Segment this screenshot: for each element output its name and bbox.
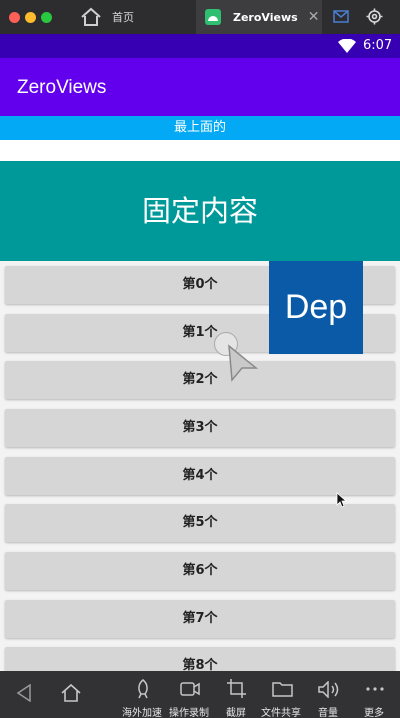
emulator-title-bar: 首页 ZeroViews ✕ xyxy=(0,0,400,34)
android-status-bar: 6:07 xyxy=(0,34,400,58)
toolbar-label-more[interactable]: 更多 xyxy=(364,704,384,718)
list-item[interactable]: 第7个 xyxy=(5,600,395,638)
tab-home-label: 首页 xyxy=(112,11,134,24)
toolbar-label-record[interactable]: 操作录制 xyxy=(169,704,209,718)
list-item[interactable]: 第8个 xyxy=(5,647,395,671)
more-icon[interactable] xyxy=(366,687,384,691)
rocket-icon[interactable] xyxy=(134,679,152,699)
crop-icon[interactable] xyxy=(227,679,246,698)
toolbar-label-volume[interactable]: 音量 xyxy=(318,704,338,718)
tab-zeroviews-label: ZeroViews xyxy=(233,10,298,24)
android-app-icon xyxy=(205,9,221,25)
list-item[interactable]: 第4个 xyxy=(5,457,395,495)
app-bar: ZeroViews xyxy=(0,58,400,116)
toolbar-label-file-share[interactable]: 文件共享 xyxy=(261,704,301,718)
home-button-icon[interactable] xyxy=(60,683,82,703)
tab-home[interactable]: 首页 xyxy=(72,0,196,34)
toolbar-label-screenshot[interactable]: 截屏 xyxy=(226,704,246,718)
fixed-content-block: 固定内容 xyxy=(0,161,400,261)
dep-overlay-box[interactable]: Dep xyxy=(269,261,363,354)
touch-pointer-icon xyxy=(228,344,258,382)
close-window-button[interactable] xyxy=(9,12,20,23)
list-item[interactable]: 第2个 xyxy=(5,361,395,399)
record-icon[interactable] xyxy=(180,682,200,696)
mail-icon[interactable] xyxy=(333,10,349,23)
emulator-toolbar: 海外加速 操作录制 截屏 文件共享 音量 更多 xyxy=(0,671,400,718)
back-icon[interactable] xyxy=(16,684,32,702)
maximize-window-button[interactable] xyxy=(41,12,52,23)
list-item[interactable]: 第6个 xyxy=(5,552,395,590)
wifi-icon xyxy=(338,39,356,53)
toolbar-label-accelerate[interactable]: 海外加速 xyxy=(122,704,162,718)
tab-zeroviews[interactable]: ZeroViews ✕ xyxy=(196,0,322,34)
close-tab-icon[interactable]: ✕ xyxy=(308,9,320,25)
home-icon xyxy=(81,7,101,26)
list-item[interactable]: 第3个 xyxy=(5,409,395,447)
status-time: 6:07 xyxy=(363,38,393,53)
folder-icon[interactable] xyxy=(272,681,293,697)
app-title: ZeroViews xyxy=(17,77,107,98)
mouse-cursor-icon xyxy=(336,492,347,508)
volume-icon[interactable] xyxy=(318,681,340,698)
gear-icon[interactable] xyxy=(366,8,383,25)
minimize-window-button[interactable] xyxy=(25,12,36,23)
top-strip: 最上面的 xyxy=(0,116,400,140)
list-item[interactable]: 第5个 xyxy=(5,504,395,542)
